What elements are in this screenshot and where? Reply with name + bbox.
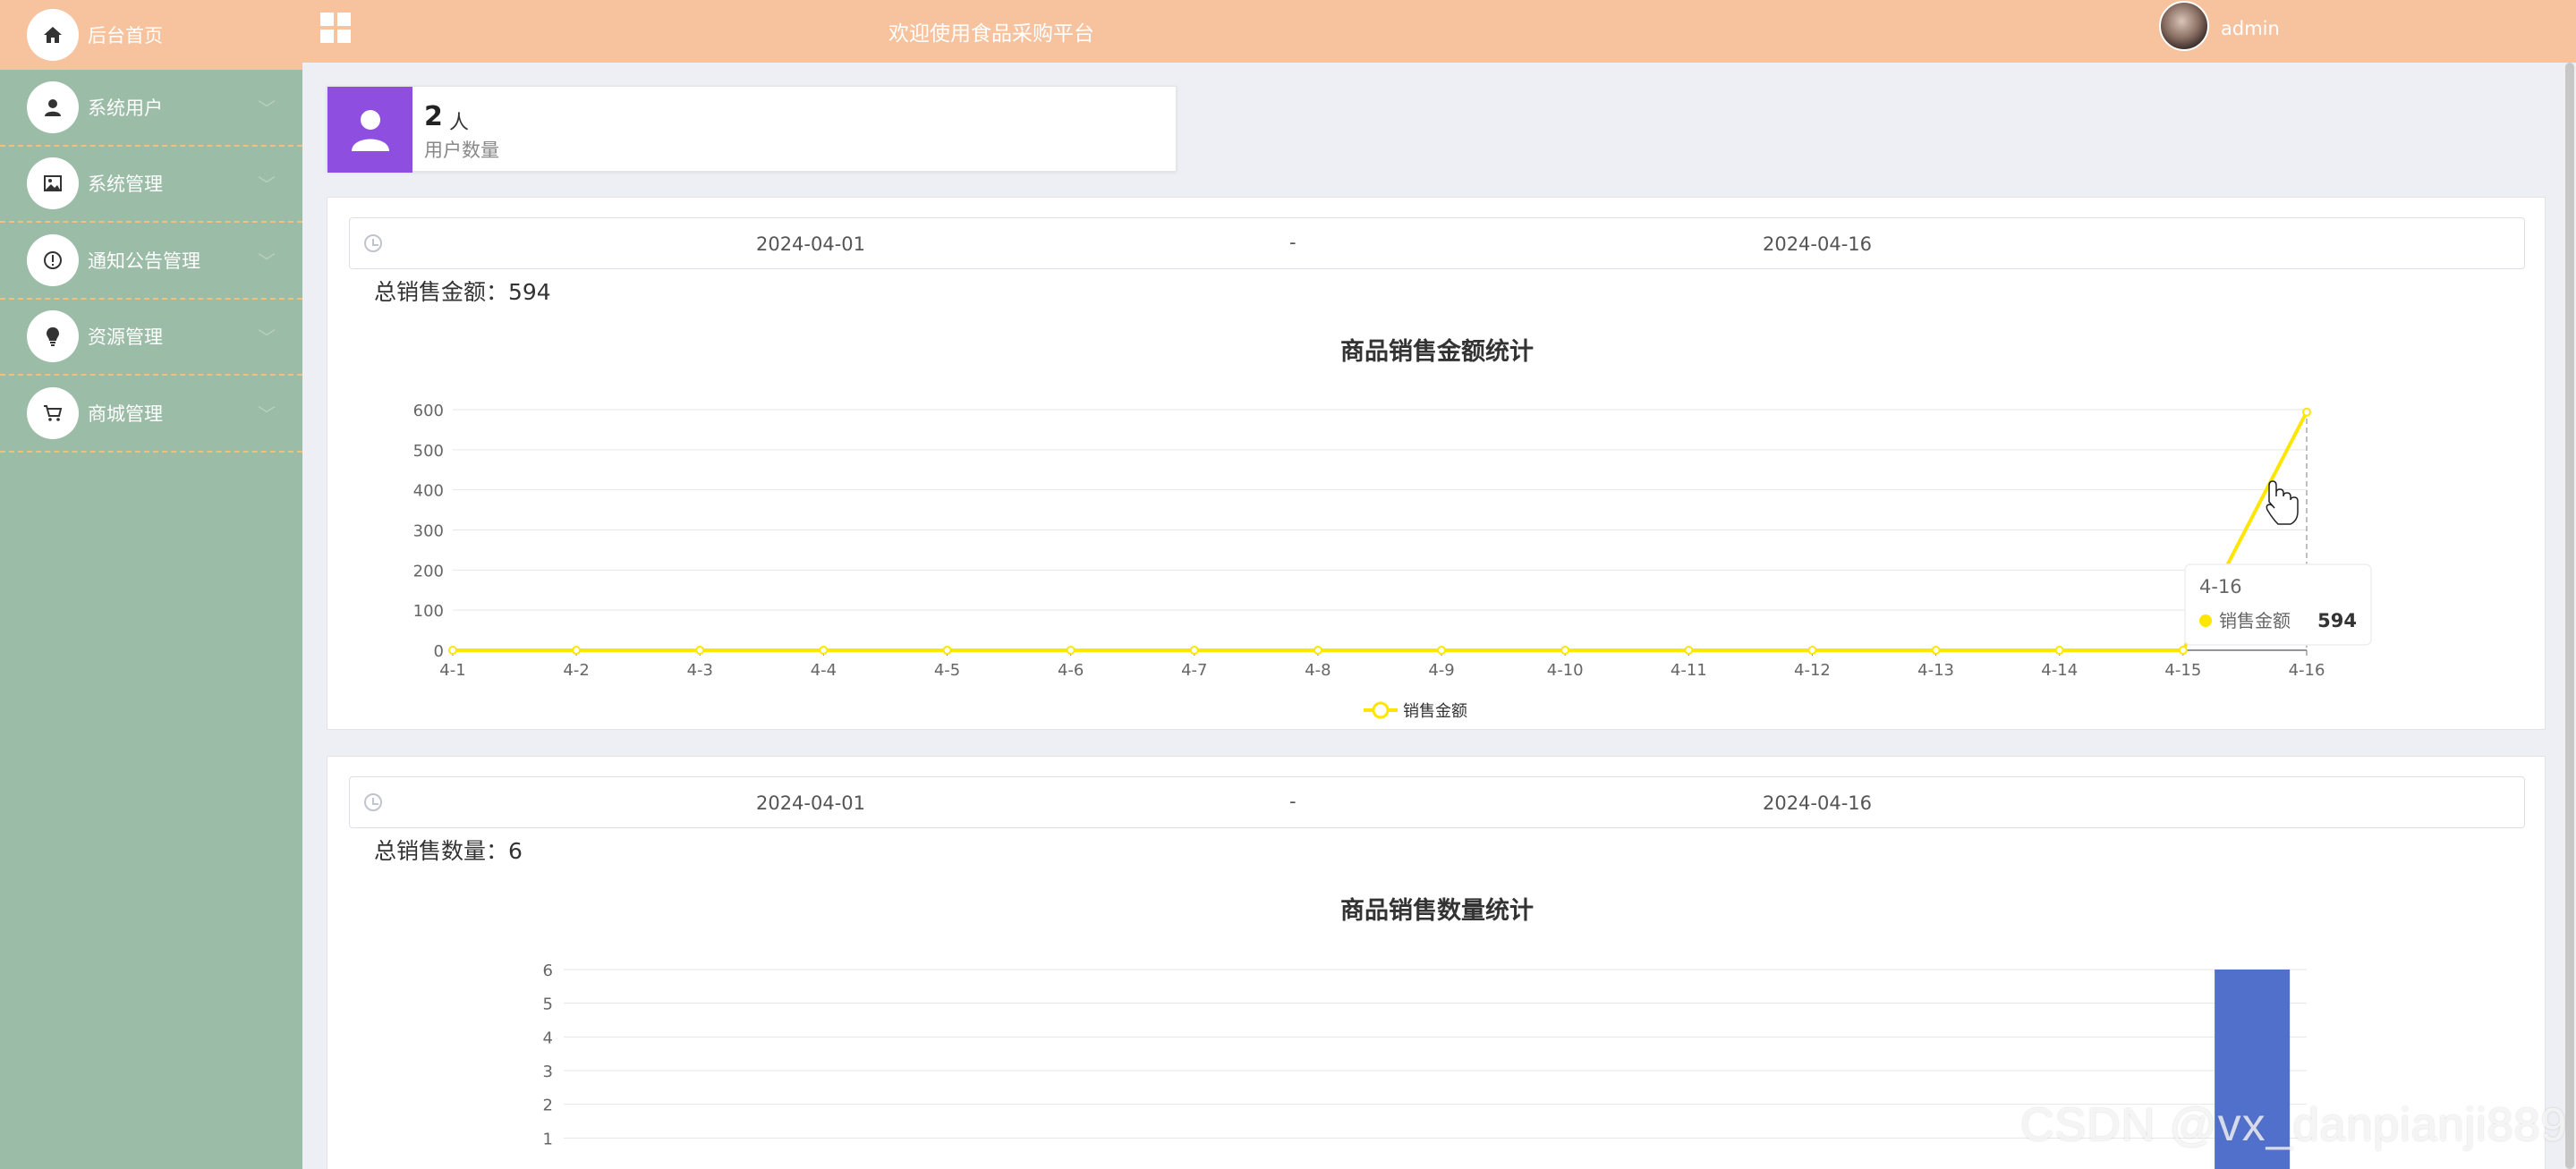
- legend-label: 销售金额: [1403, 702, 1467, 721]
- sidebar-item-label: 资源管理: [88, 326, 163, 349]
- x-tick-label: 4-4: [811, 661, 837, 680]
- avatar[interactable]: [2159, 1, 2209, 51]
- sidebar-item-resource-management[interactable]: 资源管理 ﹀: [0, 300, 302, 376]
- data-point: [1560, 646, 1570, 655]
- y-tick-label: 100: [413, 602, 444, 621]
- data-point: [942, 646, 952, 655]
- data-point: [1066, 646, 1075, 655]
- sales-amount-line-chart[interactable]: 0 100 200 300 400 500 600 4-1 4-2 4-3 4-4 4-5 4-6 4-7…: [327, 198, 2546, 731]
- y-tick-label: 1: [543, 1130, 553, 1148]
- tooltip-value: 594: [2317, 610, 2357, 631]
- sidebar-item-label: 后台首页: [88, 25, 163, 47]
- data-point: [819, 646, 829, 655]
- y-tick-label: 500: [413, 442, 444, 461]
- sidebar-item-home[interactable]: 后台首页: [0, 0, 302, 70]
- x-tick-label: 4-15: [2164, 661, 2201, 680]
- stat-label: 用户数量: [424, 140, 499, 161]
- y-tick-label: 400: [413, 482, 444, 501]
- x-tick-label: 4-2: [563, 661, 589, 680]
- sidebar-item-system-management[interactable]: 系统管理 ﹀: [0, 147, 302, 223]
- y-tick-label: 200: [413, 562, 444, 580]
- x-tick-label: 4-11: [1671, 661, 1707, 680]
- x-tick-label: 4-3: [687, 661, 713, 680]
- data-point: [2302, 407, 2311, 417]
- data-point: [1807, 646, 1817, 655]
- data-point: [695, 646, 705, 655]
- hand-cursor-icon: [2266, 480, 2299, 525]
- page-title: 欢迎使用食品采购平台: [888, 22, 1094, 46]
- data-point: [1189, 646, 1199, 655]
- username-label[interactable]: admin: [2221, 18, 2280, 39]
- data-point: [1437, 646, 1447, 655]
- x-tick-label: 4-1: [439, 661, 465, 680]
- x-tick-label: 4-13: [1917, 661, 1954, 680]
- sidebar-item-label: 通知公告管理: [88, 250, 200, 272]
- sidebar-item-label: 商城管理: [88, 402, 163, 425]
- y-tick-label: 0: [434, 642, 444, 661]
- watermark: CSDN @vx_danpianji889: [2020, 1099, 2568, 1151]
- sales-amount-panel: 2024-04-01 - 2024-04-16 总销售金额：594 商品销售金额…: [327, 197, 2546, 730]
- sidebar-item-label: 系统用户: [88, 97, 163, 119]
- y-tick-label: 5: [543, 995, 553, 1014]
- x-tick-label: 4-6: [1058, 661, 1084, 680]
- chevron-down-icon: ﹀: [258, 174, 276, 196]
- chevron-down-icon: ﹀: [258, 250, 276, 273]
- top-bar: 欢迎使用食品采购平台 admin: [302, 0, 2576, 63]
- stat-value: 2: [424, 101, 443, 132]
- data-point: [572, 646, 582, 655]
- sidebar-item-mall-management[interactable]: 商城管理 ﹀: [0, 376, 302, 453]
- cart-icon: [27, 386, 79, 439]
- sidebar-item-label: 系统管理: [88, 174, 163, 196]
- y-tick-label: 600: [413, 402, 444, 420]
- y-tick-label: 300: [413, 522, 444, 541]
- user-icon: [327, 87, 412, 173]
- x-tick-label: 4-9: [1428, 661, 1454, 680]
- legend-marker: [1372, 701, 1390, 719]
- x-tick-label: 4-5: [934, 661, 960, 680]
- chevron-down-icon: ﹀: [258, 403, 276, 426]
- x-tick-label: 4-10: [1547, 661, 1584, 680]
- y-tick-label: 3: [543, 1063, 553, 1081]
- y-tick-label: 2: [543, 1097, 553, 1115]
- x-tick-label: 4-7: [1181, 661, 1207, 680]
- data-point: [2054, 646, 2064, 655]
- data-point: [1313, 646, 1322, 655]
- bulb-icon: [27, 310, 79, 363]
- user-icon: [27, 80, 79, 133]
- x-tick-label: 4-16: [2289, 661, 2325, 680]
- x-tick-label: 4-14: [2041, 661, 2078, 680]
- series-line: [453, 411, 2308, 652]
- user-count-card: 2 人 用户数量: [327, 86, 1177, 173]
- info-icon: [27, 233, 79, 286]
- data-point: [1684, 646, 1694, 655]
- data-point: [448, 646, 457, 655]
- data-point: [1931, 646, 1941, 655]
- y-tick-label: 4: [543, 1029, 553, 1047]
- sidebar-item-notice-management[interactable]: 通知公告管理 ﹀: [0, 223, 302, 300]
- x-tick-label: 4-12: [1794, 661, 1831, 680]
- tooltip-marker: [2199, 614, 2212, 627]
- page-scrollbar[interactable]: [2563, 63, 2576, 1169]
- tooltip-series: 销售金额: [2219, 610, 2291, 631]
- y-tick-label: 6: [543, 961, 553, 980]
- data-point: [2178, 646, 2188, 655]
- image-icon: [27, 157, 79, 210]
- x-tick-label: 4-8: [1305, 661, 1331, 680]
- sidebar: 后台首页 系统用户 ﹀ 系统管理 ﹀ 通知公告管理 ﹀ 资源管理 ﹀ 商城管理 …: [0, 0, 302, 1169]
- chevron-down-icon: ﹀: [258, 97, 276, 120]
- home-icon: [27, 9, 79, 61]
- chevron-down-icon: ﹀: [258, 326, 276, 349]
- sidebar-item-system-users[interactable]: 系统用户 ﹀: [0, 70, 302, 147]
- scrollbar-thumb[interactable]: [2565, 63, 2574, 1169]
- tooltip-category: 4-16: [2199, 576, 2242, 597]
- chart-tooltip: 4-16 销售金额 594: [2184, 563, 2372, 646]
- stat-unit: 人: [449, 112, 470, 134]
